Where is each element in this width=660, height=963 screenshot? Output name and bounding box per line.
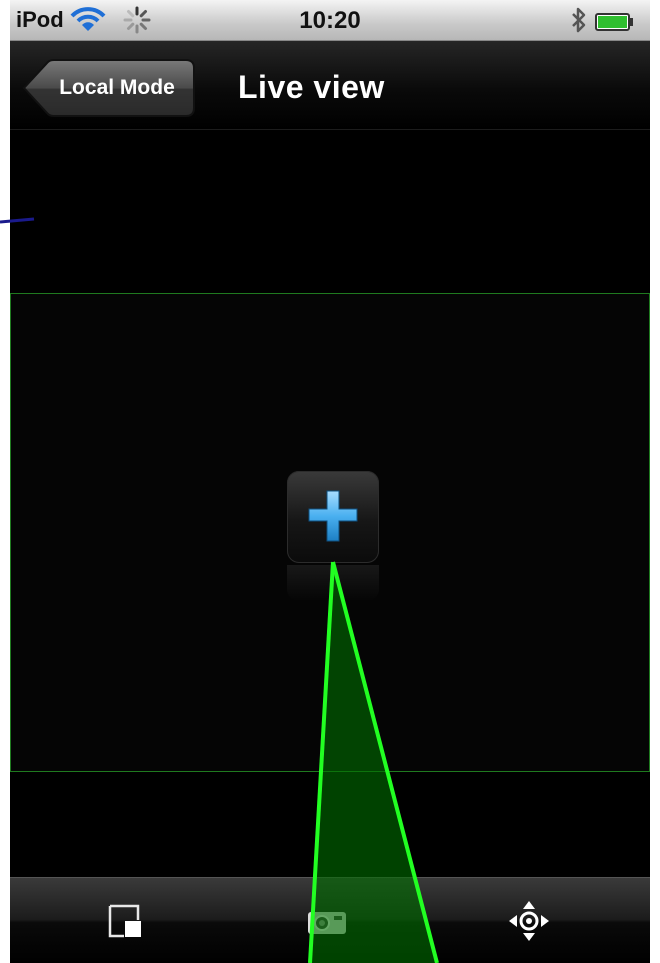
status-time: 10:20 bbox=[299, 7, 361, 34]
ptz-direction-icon bbox=[509, 901, 549, 941]
button-reflection bbox=[287, 565, 379, 601]
snapshot-button[interactable] bbox=[304, 898, 350, 944]
bottom-toolbar bbox=[10, 877, 650, 963]
back-button-local-mode[interactable]: Local Mode bbox=[22, 59, 196, 117]
plus-icon bbox=[308, 490, 358, 542]
battery-icon bbox=[595, 11, 635, 37]
add-camera-button[interactable] bbox=[287, 471, 379, 601]
phone-screen: iPod 10:20 Local Mode Live view bbox=[10, 0, 650, 963]
layout-icon bbox=[108, 904, 141, 938]
back-button-label: Local Mode bbox=[59, 76, 175, 99]
layout-button[interactable] bbox=[102, 898, 148, 944]
status-bar: iPod 10:20 bbox=[10, 0, 650, 41]
bluetooth-icon bbox=[570, 6, 588, 40]
page-title: Live view bbox=[238, 69, 385, 105]
ptz-control-button[interactable] bbox=[506, 898, 552, 944]
navigation-bar: Local Mode Live view bbox=[10, 41, 650, 130]
camera-snapshot-icon bbox=[308, 912, 346, 934]
